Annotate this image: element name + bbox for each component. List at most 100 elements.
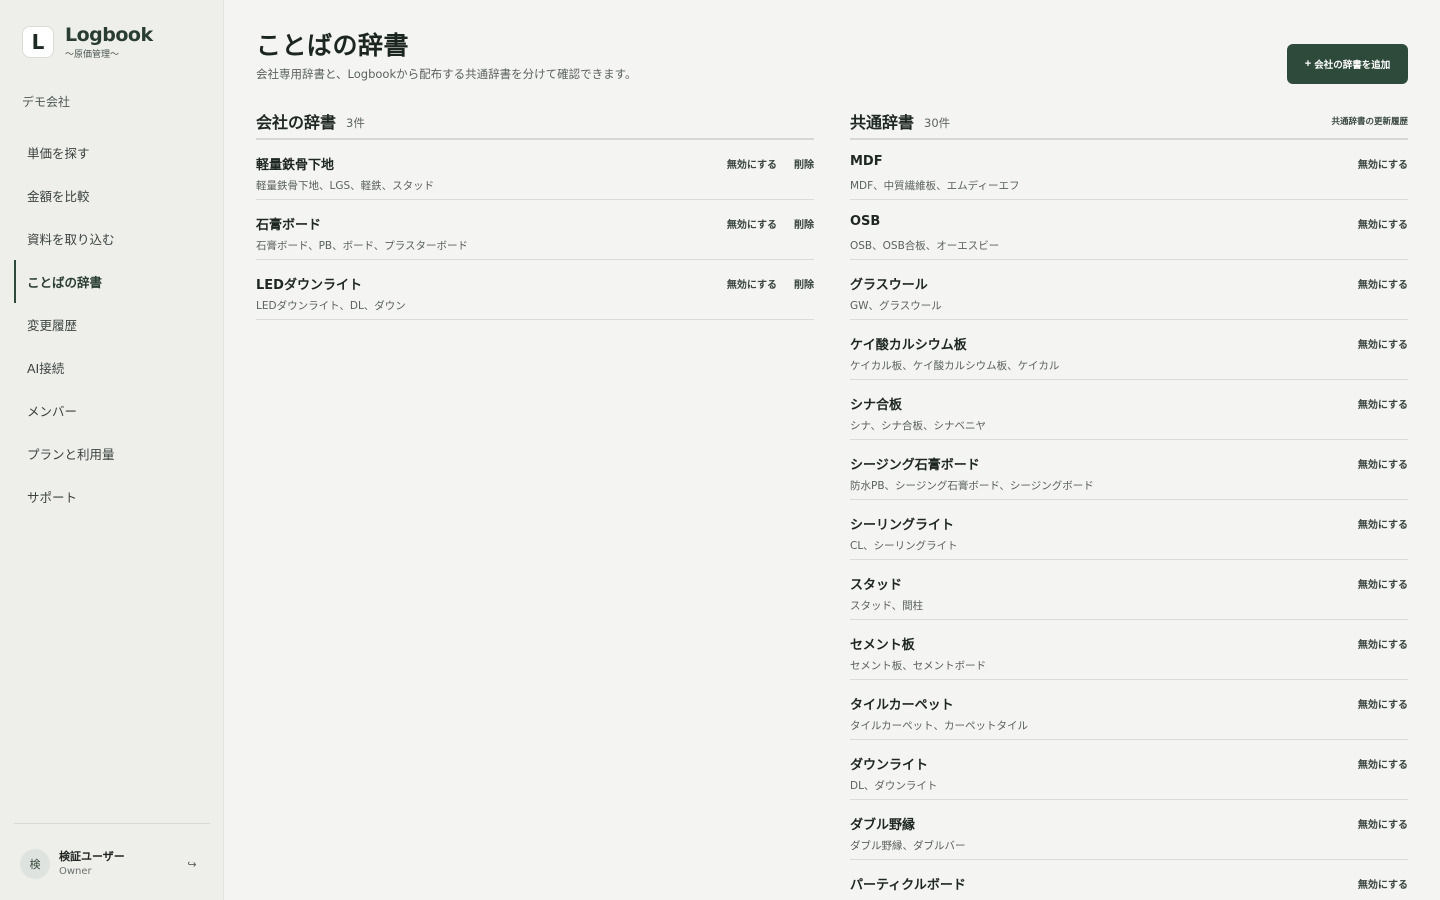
- entry-name: OSB: [850, 214, 881, 229]
- add-company-dictionary-button[interactable]: + 会社の辞書を追加: [1287, 44, 1408, 84]
- add-button-label: 会社の辞書を追加: [1314, 60, 1391, 71]
- sidebar-item[interactable]: 資料を取り込む: [14, 217, 210, 260]
- entry-actions: 無効にする 削除: [727, 276, 814, 291]
- entry-actions: 無効にする: [1358, 636, 1408, 651]
- common-dictionary-entry: タイルカーペットタイルカーペット、カーペットタイル 無効にする: [850, 680, 1408, 740]
- disable-button[interactable]: 無効にする: [1358, 756, 1408, 771]
- sidebar-divider: [14, 823, 210, 824]
- entry-actions: 無効にする: [1358, 216, 1408, 231]
- common-dictionary-entry: ダブル野縁 ダブル野縁、ダブルバー 無効にする: [850, 800, 1408, 860]
- disable-button[interactable]: 無効にする: [1358, 336, 1408, 351]
- company-dictionary-title: 会社の辞書: [256, 113, 337, 132]
- disable-button[interactable]: 無効にする: [1358, 456, 1408, 471]
- common-dictionary-entry: セメント板 セメント板、セメントボード 無効にする: [850, 620, 1408, 680]
- common-dictionary-entry: シージング石膏ボード 防水PB、シージング石膏ボード、シージングボード 無効にする: [850, 440, 1408, 500]
- entry-actions: 無効にする: [1358, 756, 1408, 771]
- entry-name: シーリングライト: [850, 518, 955, 533]
- common-dictionary-entry: シナ合板 シナ、シナ合板、シナベニヤ 無効にする: [850, 380, 1408, 440]
- disable-button[interactable]: 無効にする: [1358, 156, 1408, 171]
- sidebar-item[interactable]: 金額を比較: [14, 174, 210, 217]
- entry-actions: 無効にする: [1358, 396, 1408, 411]
- sidebar-item[interactable]: サポート: [14, 475, 210, 518]
- common-dictionary-panel: 共通辞書 30件 共通辞書の更新履歴 MDF MDF、中質繊維板、エムディーエフ無…: [850, 104, 1408, 900]
- entry-name: セメント板: [850, 638, 915, 653]
- company-dictionary-panel: 会社の辞書 3件 軽量鉄骨下地 軽量鉄骨下地、LGS、軽鉄、スタッド 無効にする 削除…: [256, 104, 814, 320]
- sidebar-item[interactable]: ことばの辞書: [14, 260, 210, 303]
- entry-aliases: OSB、OSB合板、オーエスビー: [850, 240, 1000, 252]
- entry-aliases: 石膏ボード、PB、ボード、プラスターボード: [256, 240, 468, 252]
- company-dictionary-entry: 石膏ボード石膏ボード、PB、ボード、プラスターボード 無効にする 削除: [256, 200, 814, 260]
- common-dictionary-entry: シーリングライト CL、シーリングライト 無効にする: [850, 500, 1408, 560]
- entry-aliases: ケイカル板、ケイ酸カルシウム板、ケイカル: [850, 360, 1060, 372]
- sidebar-item[interactable]: AI接続: [14, 346, 210, 389]
- common-dictionary-entry: OSB OSB、OSB合板、オーエスビー 無効にする: [850, 200, 1408, 260]
- delete-button[interactable]: 削除: [794, 276, 814, 291]
- common-dictionary-entry: グラスウール GW、グラスウール 無効にする: [850, 260, 1408, 320]
- page-title: ことばの辞書: [256, 31, 410, 60]
- entry-aliases: 軽量鉄骨下地、LGS、軽鉄、スタッド: [256, 180, 435, 192]
- app-name: Logbook: [65, 24, 153, 46]
- user-role: Owner: [59, 865, 92, 877]
- disable-button[interactable]: 無効にする: [1358, 576, 1408, 591]
- common-dictionary-entry: MDF MDF、中質繊維板、エムディーエフ 無効にする: [850, 140, 1408, 200]
- disable-button[interactable]: 無効にする: [1358, 876, 1408, 891]
- sidebar-item[interactable]: 変更履歴: [14, 303, 210, 346]
- entry-name: シージング石膏ボード: [850, 458, 980, 473]
- entry-actions: 無効にする: [1358, 276, 1408, 291]
- logout-icon[interactable]: ↪: [184, 858, 200, 871]
- disable-button[interactable]: 無効にする: [1358, 276, 1408, 291]
- user-name: 検証ユーザー: [59, 849, 125, 863]
- entry-name: 石膏ボード: [256, 218, 322, 233]
- disable-button[interactable]: 無効にする: [1358, 816, 1408, 831]
- company-dictionary-entry: 軽量鉄骨下地 軽量鉄骨下地、LGS、軽鉄、スタッド 無効にする 削除: [256, 140, 814, 200]
- entry-actions: 無効にする: [1358, 156, 1408, 171]
- entry-aliases: タイルカーペット、カーペットタイル: [850, 720, 1028, 732]
- disable-button[interactable]: 無効にする: [727, 276, 777, 291]
- disable-button[interactable]: 無効にする: [1358, 636, 1408, 651]
- entry-aliases: スタッド、間柱: [850, 600, 924, 612]
- entry-name: ダウンライト: [850, 758, 929, 773]
- entry-name: シナ合板: [850, 398, 903, 413]
- sidebar-item[interactable]: プランと利用量: [14, 432, 210, 475]
- sidebar-nav: 単価を探す 金額を比較 資料を取り込む ことばの辞書 変更履歴 AI接続 メンバー プランと利…: [14, 131, 210, 518]
- disable-button[interactable]: 無効にする: [727, 156, 777, 171]
- brand[interactable]: L Logbook 〜原価管理〜: [22, 24, 153, 60]
- common-dictionary-header: 共通辞書 30件 共通辞書の更新履歴: [850, 104, 1408, 140]
- sidebar-item[interactable]: メンバー: [14, 389, 210, 432]
- sidebar: L Logbook 〜原価管理〜 デモ会社 単価を探す 金額を比較 資料を取り込むこ…: [0, 0, 224, 900]
- plus-icon: +: [1304, 58, 1312, 70]
- avatar[interactable]: 検: [20, 849, 50, 879]
- user-profile: 検 検証ユーザー Owner ↪: [20, 849, 200, 879]
- entry-actions: 無効にする: [1358, 696, 1408, 711]
- entry-actions: 無効にする: [1358, 576, 1408, 591]
- sidebar-item[interactable]: 単価を探す: [14, 131, 210, 174]
- user-meta: 検証ユーザー Owner: [59, 850, 184, 879]
- entry-actions: 無効にする: [1358, 336, 1408, 351]
- company-dictionary-list: 軽量鉄骨下地 軽量鉄骨下地、LGS、軽鉄、スタッド 無効にする 削除 石膏ボード 石膏ボー…: [256, 140, 814, 320]
- entry-aliases: DL、ダウンライト: [850, 780, 938, 792]
- common-dictionary-title: 共通辞書: [850, 113, 915, 132]
- common-dictionary-entry: パーティクルボード 無効にする: [850, 860, 1408, 900]
- brand-text: Logbook 〜原価管理〜: [65, 24, 153, 60]
- common-dictionary-history-link[interactable]: 共通辞書の更新履歴: [1331, 115, 1408, 127]
- common-dictionary-count: 30件: [924, 115, 951, 130]
- company-dictionary-count: 3件: [346, 115, 365, 130]
- disable-button[interactable]: 無効にする: [1358, 216, 1408, 231]
- common-dictionary-entry: ケイ酸カルシウム板 ケイカル板、ケイ酸カルシウム板、ケイカル 無効にする: [850, 320, 1408, 380]
- disable-button[interactable]: 無効にする: [1358, 396, 1408, 411]
- entry-name: タイルカーペット: [850, 698, 954, 713]
- common-dictionary-entry: ダウンライト DL、ダウンライト 無効にする: [850, 740, 1408, 800]
- delete-button[interactable]: 削除: [794, 216, 814, 231]
- entry-aliases: MDF、中質繊維板、エムディーエフ: [850, 180, 1020, 192]
- delete-button[interactable]: 削除: [794, 156, 814, 171]
- disable-button[interactable]: 無効にする: [1358, 516, 1408, 531]
- entry-actions: 無効にする 削除: [727, 156, 814, 171]
- entry-aliases: GW、グラスウール: [850, 300, 942, 312]
- disable-button[interactable]: 無効にする: [1358, 696, 1408, 711]
- organization-name: デモ会社: [22, 95, 71, 109]
- disable-button[interactable]: 無効にする: [727, 216, 777, 231]
- entry-name: スタッド: [850, 578, 903, 593]
- entry-actions: 無効にする: [1358, 876, 1408, 891]
- company-dictionary-entry: LEDダウンライト LEDダウンライト、DL、ダウン 無効にする 削除: [256, 260, 814, 320]
- common-dictionary-entry: スタッドスタッド、間柱 無効にする: [850, 560, 1408, 620]
